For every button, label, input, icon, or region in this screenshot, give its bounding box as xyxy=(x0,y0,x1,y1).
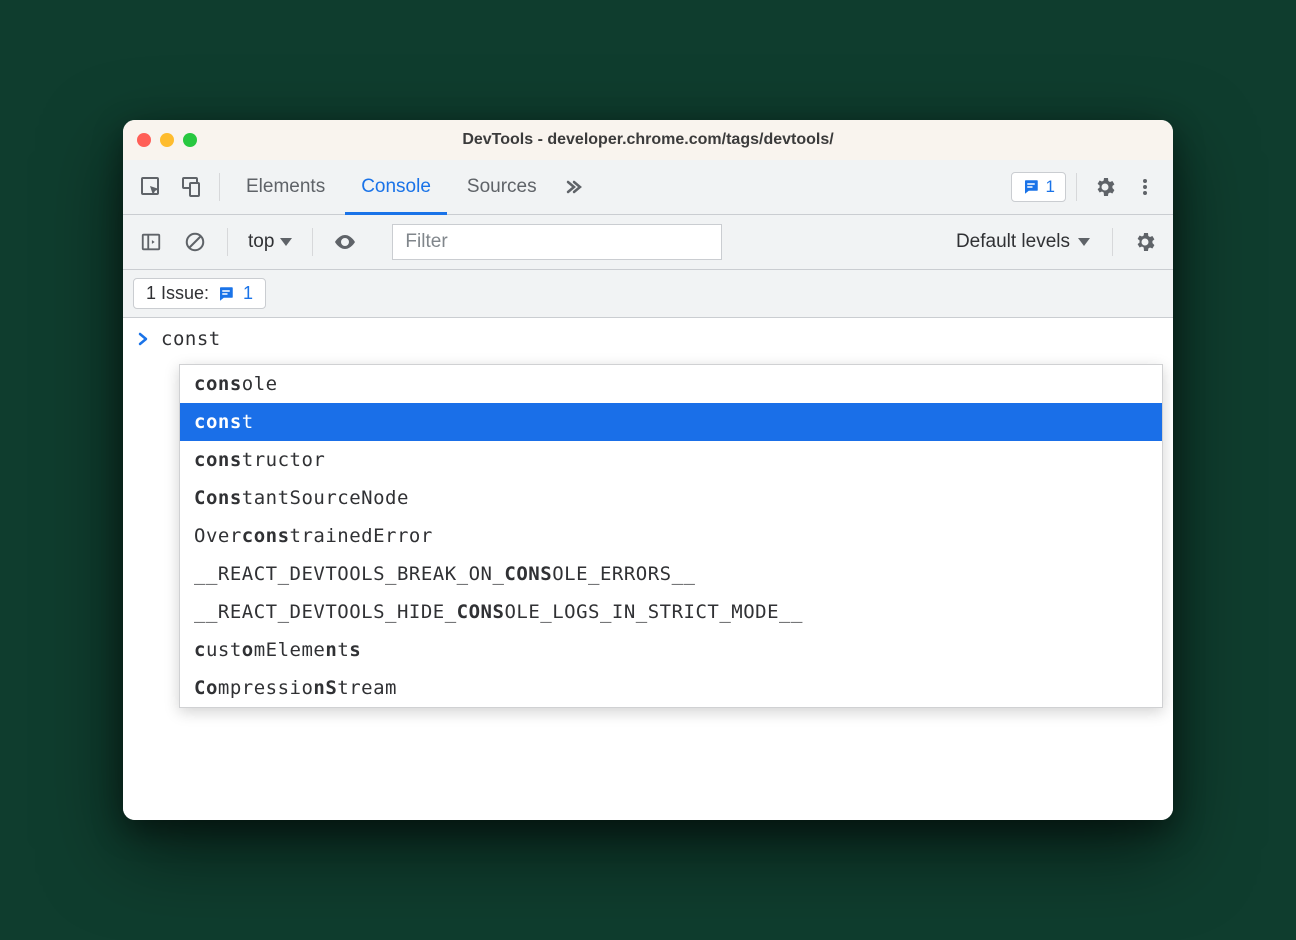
chevron-down-icon xyxy=(1078,238,1090,246)
console-input-text[interactable]: const xyxy=(161,328,221,350)
settings-gear-icon[interactable] xyxy=(1087,169,1123,205)
execution-context-selector[interactable]: top xyxy=(242,231,298,253)
console-filter-input[interactable] xyxy=(392,224,722,260)
tab-elements[interactable]: Elements xyxy=(230,160,341,215)
console-settings-gear-icon[interactable] xyxy=(1127,224,1163,260)
autocomplete-item[interactable]: const xyxy=(180,403,1162,441)
inspect-element-icon[interactable] xyxy=(133,169,169,205)
clear-console-icon[interactable] xyxy=(177,224,213,260)
issues-count: 1 xyxy=(1046,177,1055,197)
tab-sources[interactable]: Sources xyxy=(451,160,553,215)
message-icon xyxy=(217,285,235,303)
kebab-menu-icon[interactable] xyxy=(1127,169,1163,205)
separator xyxy=(227,228,228,256)
minimize-window-button[interactable] xyxy=(160,133,174,147)
console-sidebar-toggle-icon[interactable] xyxy=(133,224,169,260)
console-toolbar: top Default levels xyxy=(123,215,1173,270)
separator xyxy=(312,228,313,256)
issues-bar: 1 Issue: 1 xyxy=(123,270,1173,318)
window-title: DevTools - developer.chrome.com/tags/dev… xyxy=(123,131,1173,149)
context-label: top xyxy=(248,231,274,253)
chevron-down-icon xyxy=(280,238,292,246)
titlebar: DevTools - developer.chrome.com/tags/dev… xyxy=(123,120,1173,160)
live-expression-eye-icon[interactable] xyxy=(327,224,363,260)
window-controls xyxy=(137,133,197,147)
device-toolbar-icon[interactable] xyxy=(173,169,209,205)
prompt-chevron-icon xyxy=(137,332,149,346)
console-prompt-row[interactable]: const xyxy=(123,318,1173,356)
more-tabs-icon[interactable] xyxy=(557,169,587,205)
separator xyxy=(1112,228,1113,256)
log-levels-selector[interactable]: Default levels xyxy=(948,231,1098,253)
autocomplete-item[interactable]: ConstantSourceNode xyxy=(180,479,1162,517)
levels-label: Default levels xyxy=(956,231,1070,253)
message-icon xyxy=(1022,178,1040,196)
console-body: const consoleconstconstructorConstantSou… xyxy=(123,318,1173,820)
autocomplete-item[interactable]: OverconstrainedError xyxy=(180,517,1162,555)
autocomplete-item[interactable]: __REACT_DEVTOOLS_HIDE_CONSOLE_LOGS_IN_ST… xyxy=(180,593,1162,631)
devtools-window: DevTools - developer.chrome.com/tags/dev… xyxy=(123,120,1173,820)
separator xyxy=(1076,173,1077,201)
autocomplete-popup: consoleconstconstructorConstantSourceNod… xyxy=(179,364,1163,708)
issues-counter[interactable]: 1 Issue: 1 xyxy=(133,278,266,309)
autocomplete-item[interactable]: CompressionStream xyxy=(180,669,1162,707)
issues-label: 1 Issue: xyxy=(146,283,209,304)
autocomplete-item[interactable]: console xyxy=(180,365,1162,403)
close-window-button[interactable] xyxy=(137,133,151,147)
main-tabbar: Elements Console Sources 1 xyxy=(123,160,1173,215)
separator xyxy=(219,173,220,201)
autocomplete-item[interactable]: customElements xyxy=(180,631,1162,669)
issues-count: 1 xyxy=(243,283,253,304)
autocomplete-item[interactable]: __REACT_DEVTOOLS_BREAK_ON_CONSOLE_ERRORS… xyxy=(180,555,1162,593)
issues-chip[interactable]: 1 xyxy=(1011,172,1066,202)
autocomplete-item[interactable]: constructor xyxy=(180,441,1162,479)
tab-console[interactable]: Console xyxy=(345,160,447,215)
maximize-window-button[interactable] xyxy=(183,133,197,147)
